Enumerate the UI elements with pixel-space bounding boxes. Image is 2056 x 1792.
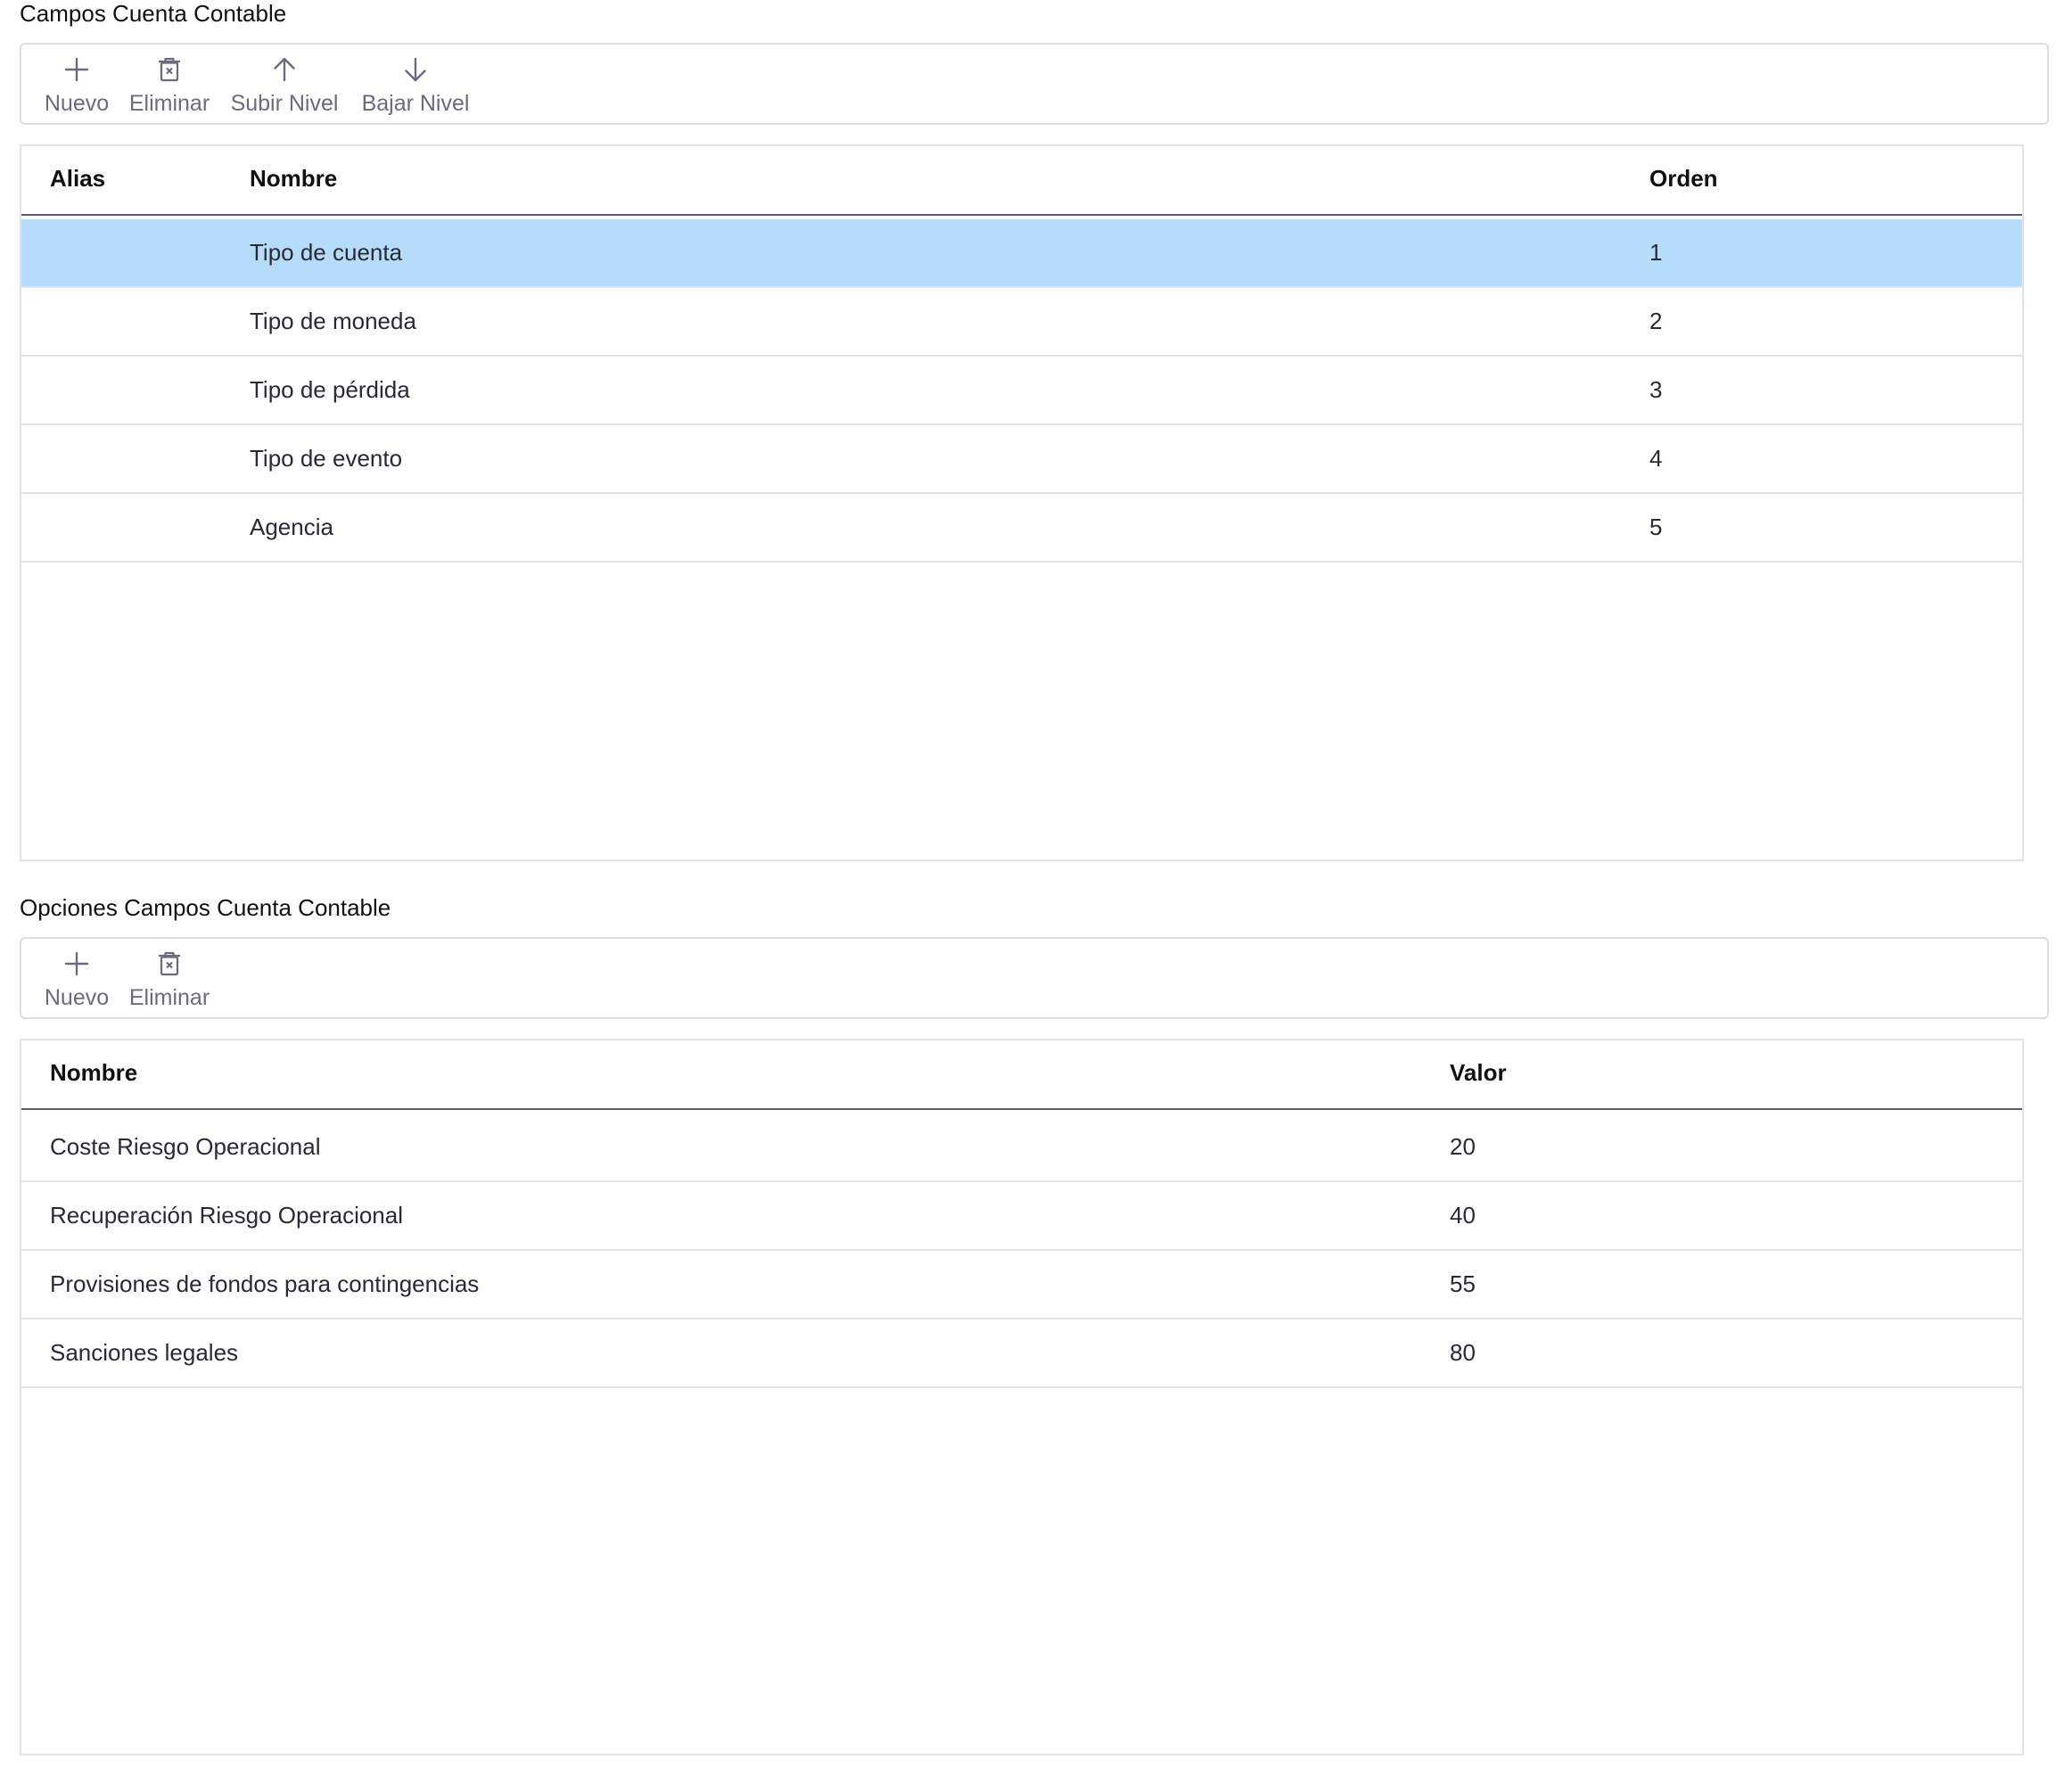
column-header-valor[interactable]: Valor <box>1450 1040 1507 1105</box>
delete-option-button-label: Eliminar <box>128 985 210 1010</box>
cell-valor: 20 <box>1450 1133 1476 1160</box>
table-header: Alias Nombre Orden <box>21 146 2022 216</box>
table-row[interactable]: Tipo de evento 4 <box>21 425 2022 494</box>
table-row[interactable]: Tipo de cuenta 1 <box>21 219 2022 288</box>
cell-nombre: Provisiones de fondos para contingencias <box>50 1270 480 1297</box>
table-row[interactable]: Sanciones legales 80 <box>21 1319 2022 1388</box>
column-header-nombre[interactable]: Nombre <box>250 146 337 210</box>
move-down-button-label: Bajar Nivel <box>361 91 470 116</box>
table-header: Nombre Valor <box>21 1040 2022 1110</box>
move-down-button[interactable]: Bajar Nivel <box>353 45 478 125</box>
plus-icon <box>59 52 95 87</box>
cell-orden: 4 <box>1649 445 1663 472</box>
toolbar-opciones: Nuevo Eliminar <box>20 937 2049 1019</box>
cell-valor: 55 <box>1450 1270 1476 1297</box>
cell-nombre: Sanciones legales <box>50 1339 239 1366</box>
arrow-up-icon <box>267 52 302 87</box>
cell-nombre: Recuperación Riesgo Operacional <box>50 1202 404 1229</box>
cell-nombre: Coste Riesgo Operacional <box>50 1133 321 1160</box>
new-option-button-label: Nuevo <box>44 985 110 1010</box>
toolbar-campos: Nuevo Eliminar Subir Nivel Bajar Nivel <box>20 43 2049 125</box>
trash-icon <box>152 946 187 982</box>
trash-icon <box>152 52 187 87</box>
cell-nombre: Tipo de evento <box>250 445 403 472</box>
column-header-orden[interactable]: Orden <box>1649 146 1718 210</box>
cell-orden: 1 <box>1649 239 1663 266</box>
cell-valor: 40 <box>1450 1202 1476 1229</box>
cell-nombre: Tipo de moneda <box>250 308 416 334</box>
cell-nombre: Tipo de pérdida <box>250 376 410 403</box>
new-button-label: Nuevo <box>44 91 110 116</box>
cell-orden: 2 <box>1649 308 1663 334</box>
table-row[interactable]: Provisiones de fondos para contingencias… <box>21 1251 2022 1319</box>
plus-icon <box>59 946 95 982</box>
move-up-button-label: Subir Nivel <box>230 91 339 116</box>
campos-table: Alias Nombre Orden Tipo de cuenta 1 Tipo… <box>20 144 2024 861</box>
table-row[interactable]: Coste Riesgo Operacional 20 <box>21 1114 2022 1182</box>
section-title-campos: Campos Cuenta Contable <box>20 0 287 27</box>
cell-orden: 3 <box>1649 376 1663 403</box>
cell-nombre: Agencia <box>250 514 333 540</box>
opciones-table: Nombre Valor Coste Riesgo Operacional 20… <box>20 1039 2024 1755</box>
cell-orden: 5 <box>1649 514 1663 540</box>
section-title-opciones: Opciones Campos Cuenta Contable <box>20 894 391 921</box>
column-header-alias[interactable]: Alias <box>50 146 105 210</box>
cell-nombre: Tipo de cuenta <box>250 239 403 266</box>
delete-option-button[interactable]: Eliminar <box>125 939 214 1019</box>
move-up-button[interactable]: Subir Nivel <box>226 45 342 125</box>
delete-button-label: Eliminar <box>128 91 210 116</box>
cell-valor: 80 <box>1450 1339 1476 1366</box>
arrow-down-icon <box>398 52 433 87</box>
table-row[interactable]: Agencia 5 <box>21 494 2022 563</box>
new-button[interactable]: Nuevo <box>41 45 112 125</box>
column-header-nombre[interactable]: Nombre <box>50 1040 137 1105</box>
delete-button[interactable]: Eliminar <box>125 45 214 125</box>
new-option-button[interactable]: Nuevo <box>41 939 112 1019</box>
table-row[interactable]: Tipo de pérdida 3 <box>21 357 2022 425</box>
table-row[interactable]: Tipo de moneda 2 <box>21 288 2022 357</box>
table-row[interactable]: Recuperación Riesgo Operacional 40 <box>21 1182 2022 1251</box>
